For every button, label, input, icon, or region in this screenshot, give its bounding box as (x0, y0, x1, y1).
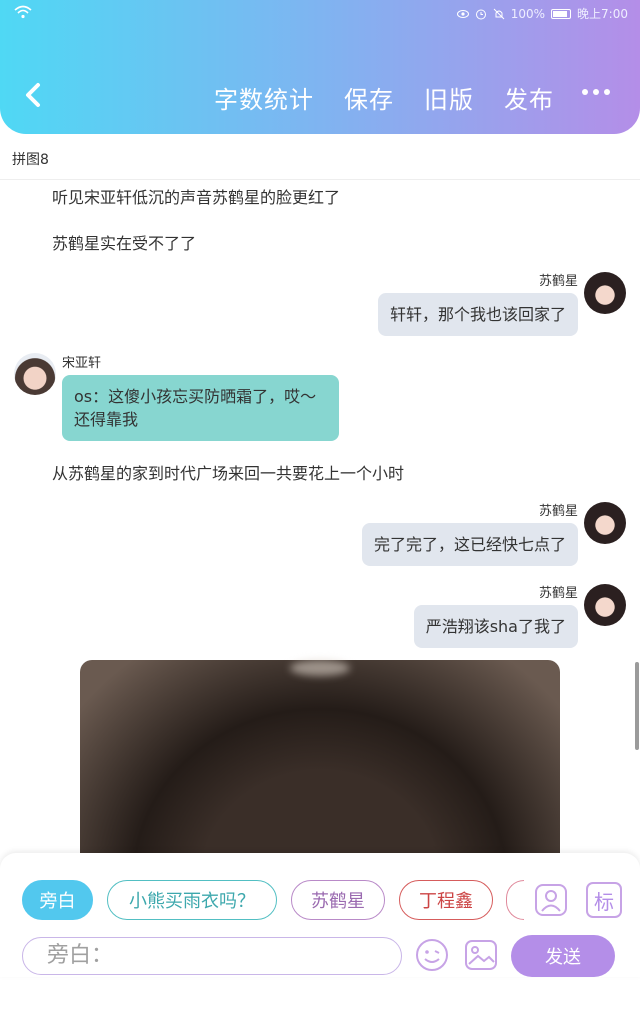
message-bubble-left[interactable]: os：这傻小孩忘买防晒霜了，哎～还得靠我 (62, 375, 339, 441)
wifi-icon (14, 5, 32, 19)
save-button[interactable]: 保存 (344, 80, 394, 115)
message-bubble-right[interactable]: 严浩翔该sha了我了 (413, 605, 578, 648)
old-version-button[interactable]: 旧版 (424, 80, 474, 115)
role-chip[interactable]: 丁程鑫 (399, 880, 493, 920)
chat-content[interactable]: 听见宋亚轩低沉的声音苏鹤星的脸更红了 苏鹤星实在受不了了 苏鹤星 轩轩，那个我也… (0, 180, 640, 853)
role-icon[interactable] (533, 882, 569, 918)
speaker-name: 苏鹤星 (538, 274, 578, 289)
alarm-icon (475, 9, 486, 19)
status-bar: 100% 晚上7:00 (0, 0, 640, 26)
narration-1: 听见宋亚轩低沉的声音苏鹤星的脸更红了 (52, 188, 341, 207)
speaker-name: 苏鹤星 (538, 504, 578, 519)
message-input[interactable]: 旁白： (22, 937, 402, 975)
clock: 晚上7:00 (577, 7, 628, 21)
scrollbar[interactable] (635, 662, 639, 750)
more-icon[interactable] (582, 85, 612, 99)
message-bubble-right[interactable]: 轩轩，那个我也该回家了 (377, 293, 578, 336)
send-button[interactable]: 发送 (511, 935, 615, 977)
image-icon[interactable] (463, 937, 499, 973)
emoji-icon[interactable] (414, 937, 450, 973)
narration-3: 从苏鹤星的家到时代广场来回一共要花上一个小时 (52, 464, 405, 483)
battery-percent: 100% (510, 6, 546, 21)
role-chip[interactable]: 苏鹤星 (291, 880, 385, 920)
speaker-name: 苏鹤星 (538, 586, 578, 601)
status-right: 100% 晚上7:00 (456, 5, 628, 22)
compose-panel: 旁白 小熊买雨衣吗？ 苏鹤星 丁程鑫 标 旁白： 发送 (0, 853, 640, 977)
narration-2: 苏鹤星实在受不了了 (52, 234, 197, 253)
publish-button[interactable]: 发布 (504, 80, 554, 115)
app-header: 100% 晚上7:00 字数统计 保存 旧版 发布 (0, 0, 640, 134)
mute-icon (493, 8, 505, 19)
back-icon[interactable] (20, 80, 46, 110)
avatar-suhexing[interactable] (584, 502, 626, 544)
document-title[interactable]: 拼图8 (12, 149, 49, 169)
role-chip-partial[interactable] (506, 880, 524, 920)
avatar-songyaxuan[interactable] (14, 353, 56, 395)
avatar-suhexing[interactable] (584, 272, 626, 314)
battery-icon (551, 8, 572, 19)
document-title-bar: 拼图8 (0, 134, 640, 180)
role-chip[interactable]: 小熊买雨衣吗？ (107, 880, 277, 920)
header-nav: 字数统计 保存 旧版 发布 (214, 80, 554, 115)
avatar-suhexing[interactable] (584, 584, 626, 626)
speaker-name: 宋亚轩 (62, 356, 102, 371)
image-message[interactable] (80, 660, 560, 853)
tag-icon[interactable]: 标 (586, 882, 622, 918)
message-bubble-right[interactable]: 完了完了，这已经快七点了 (361, 523, 578, 566)
role-chip-narration[interactable]: 旁白 (22, 880, 93, 920)
eye-icon (456, 9, 469, 18)
word-count-button[interactable]: 字数统计 (214, 80, 314, 115)
